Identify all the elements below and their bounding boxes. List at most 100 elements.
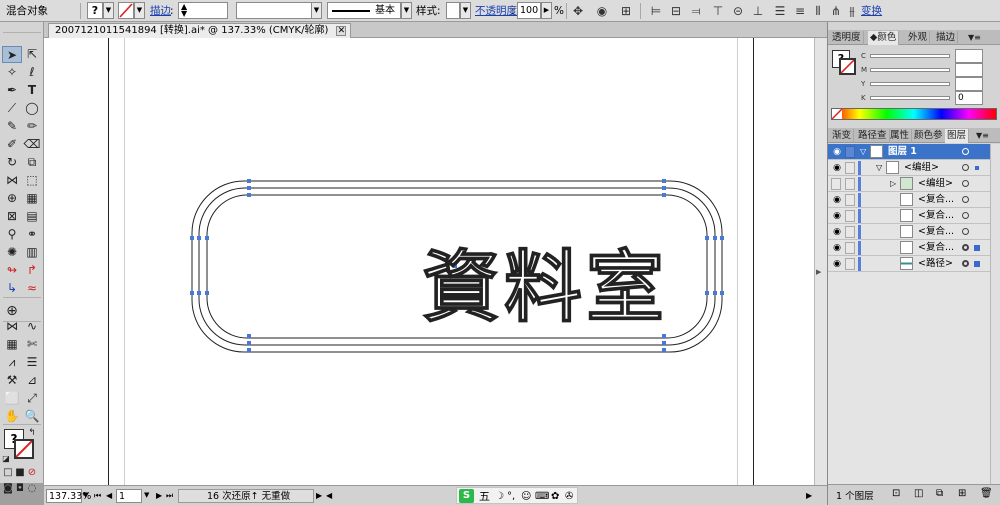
stroke-color-box[interactable] xyxy=(14,439,34,459)
gradient-mode-icon[interactable]: ■ xyxy=(14,464,26,481)
black-input[interactable]: 0 xyxy=(955,91,983,105)
target-icon[interactable] xyxy=(962,180,969,187)
custom-tool-4-icon[interactable]: ≈ xyxy=(22,280,42,297)
swap-fill-stroke-icon[interactable]: ↰ xyxy=(26,425,38,442)
layer-row-main[interactable]: ◉ ▽ 图层 1 xyxy=(828,144,990,160)
tab-gradient[interactable]: 渐变 xyxy=(830,129,855,143)
artwork-text[interactable]: 資料室 xyxy=(421,242,668,333)
reference-point-icon[interactable]: ⊞ xyxy=(618,3,634,19)
lock-toggle[interactable] xyxy=(845,242,855,254)
paintbrush-tool-icon[interactable]: ✎ xyxy=(2,118,22,135)
last-artboard-icon[interactable]: ⏭ xyxy=(166,489,173,503)
expand-arrow-icon[interactable]: ▽ xyxy=(860,145,866,159)
layer-row-group[interactable]: ◉ ▽ <编组> xyxy=(828,160,990,176)
none-swatch-icon[interactable] xyxy=(832,109,842,119)
tab-color[interactable]: ◆颜色 xyxy=(868,31,900,45)
blob-brush-tool-icon[interactable]: ✐ xyxy=(2,136,22,153)
yellow-slider[interactable] xyxy=(870,82,950,86)
close-tab-icon[interactable]: ✕ xyxy=(336,26,347,36)
keyboard-icon[interactable]: ⌨ xyxy=(535,489,549,504)
color-spectrum-bar[interactable] xyxy=(831,108,997,120)
cyan-slider[interactable] xyxy=(870,54,950,58)
scroll-left-icon[interactable]: ◀ xyxy=(326,489,332,503)
artboard-canvas[interactable]: 資料室 xyxy=(44,38,814,485)
eraser-tool-icon[interactable]: ⌫ xyxy=(22,136,42,153)
visibility-eye-icon[interactable]: ◉ xyxy=(831,227,843,237)
user-icon[interactable]: ☺ xyxy=(521,489,531,504)
isolate-group-icon[interactable]: ◉ xyxy=(594,3,610,19)
expand-arrow-icon[interactable]: ▽ xyxy=(876,161,882,175)
variable-width-dropdown[interactable]: ▼ xyxy=(311,2,322,19)
rotate-tool-icon[interactable]: ↻ xyxy=(2,154,22,171)
cyan-input[interactable] xyxy=(955,49,983,63)
tab-appearance[interactable]: 外观 xyxy=(906,31,931,45)
fill-swatch[interactable]: ? xyxy=(87,2,103,19)
panel-menu-icon[interactable]: ▼≡ xyxy=(966,31,983,45)
scale-tool-icon[interactable]: ⧉ xyxy=(22,154,42,171)
wrinkle-tool-icon[interactable]: ∿ xyxy=(22,318,42,335)
punctuation-icon[interactable]: °, xyxy=(507,489,515,504)
slice-tool-icon[interactable]: ⊿ xyxy=(22,372,42,389)
target-icon[interactable] xyxy=(962,228,969,235)
pencil-tool-icon[interactable]: ✏ xyxy=(22,118,42,135)
sogou-logo-icon[interactable]: S xyxy=(459,489,474,503)
scroll-right-icon[interactable]: ▶ xyxy=(806,489,812,503)
layer-row-path[interactable]: ◉ <路径> xyxy=(828,256,990,272)
visibility-eye-icon[interactable]: ◉ xyxy=(831,243,843,253)
align-left-icon[interactable]: ⊨ xyxy=(648,3,664,19)
draw-normal-icon[interactable]: ◙ xyxy=(2,480,14,497)
visibility-eye-icon[interactable]: ◉ xyxy=(831,259,843,269)
color-mode-icon[interactable]: □ xyxy=(2,464,14,481)
layer-row-compound-3[interactable]: ◉ <复合... xyxy=(828,224,990,240)
blend-tool-icon[interactable]: ⚭ xyxy=(22,226,42,243)
tab-pathfinder[interactable]: 路径查 xyxy=(856,129,890,143)
tab-color-guide[interactable]: 颜色参 xyxy=(912,129,946,143)
draw-inside-icon[interactable]: ◌ xyxy=(26,480,38,497)
stroke-weight-input[interactable]: ▲ ▼ xyxy=(178,2,228,19)
visibility-eye-icon[interactable]: ◉ xyxy=(831,163,843,173)
line-tool-icon[interactable]: ⟋ xyxy=(2,100,22,117)
layers-scrollbar[interactable] xyxy=(990,144,1000,484)
prev-artboard-icon[interactable]: ◀ xyxy=(106,489,112,503)
moon-icon[interactable]: ☽ xyxy=(495,489,504,504)
document-tab[interactable]: 20071210115418​94 [转换].ai* @ 137.33% (CM… xyxy=(48,23,352,38)
opacity-input[interactable]: 100 xyxy=(517,2,541,19)
settings-wrench-icon[interactable]: ✇ xyxy=(565,489,573,504)
ellipse-tool-icon[interactable]: ◯ xyxy=(22,100,42,117)
visibility-eye-icon[interactable]: ◉ xyxy=(831,195,843,205)
artboard-number-input[interactable]: 1 xyxy=(116,489,142,503)
first-artboard-icon[interactable]: ⏮ xyxy=(94,489,101,503)
fill-dropdown-arrow[interactable]: ▼ xyxy=(103,2,114,19)
tab-transparency[interactable]: 透明度 xyxy=(830,31,864,45)
distribute-right-icon[interactable]: ⫵ xyxy=(844,3,860,19)
live-paint-tool-icon[interactable]: ⚒ xyxy=(2,372,22,389)
column-graph-tool-icon[interactable]: ▥ xyxy=(22,244,42,261)
variable-width-select[interactable] xyxy=(236,2,322,19)
delete-layer-icon[interactable]: 🗑 xyxy=(980,488,993,499)
visibility-eye-icon[interactable]: ◉ xyxy=(831,147,843,157)
visibility-eye-icon[interactable]: ◉ xyxy=(831,211,843,221)
new-sublayer-icon[interactable]: ⧉ xyxy=(936,488,943,499)
brush-dropdown-arrow[interactable]: ▼ xyxy=(401,2,412,19)
pen-tool-icon[interactable]: ✒ xyxy=(2,82,22,99)
tab-attributes[interactable]: 属性 xyxy=(888,129,913,143)
distribute-middle-icon[interactable]: ≡ xyxy=(792,3,808,19)
black-slider[interactable] xyxy=(870,96,950,100)
artwork[interactable]: 資料室 xyxy=(44,38,814,485)
layer-row-compound-4[interactable]: ◉ <复合... xyxy=(828,240,990,256)
align-center-icon[interactable]: ⊟ xyxy=(668,3,684,19)
distribute-center-icon[interactable]: ⋔ xyxy=(828,3,844,19)
stroke-swatch[interactable] xyxy=(118,2,134,19)
hand-tool-icon[interactable]: ✋ xyxy=(2,408,22,425)
scroll-thumb-icon[interactable]: ▶ xyxy=(816,268,821,276)
magenta-input[interactable] xyxy=(955,63,983,77)
layers-menu-icon[interactable]: ▼≡ xyxy=(974,129,991,143)
align-right-icon[interactable]: ⫤ xyxy=(688,3,704,19)
locate-object-icon[interactable]: ⊡ xyxy=(892,488,900,499)
stroke-link[interactable]: 描边 xyxy=(150,0,171,22)
style-swatch[interactable] xyxy=(446,2,460,19)
lock-toggle[interactable] xyxy=(845,210,855,222)
mesh-tool-icon[interactable]: ⊠ xyxy=(2,208,22,225)
lock-toggle[interactable] xyxy=(845,178,855,190)
lock-toggle[interactable] xyxy=(845,258,855,270)
